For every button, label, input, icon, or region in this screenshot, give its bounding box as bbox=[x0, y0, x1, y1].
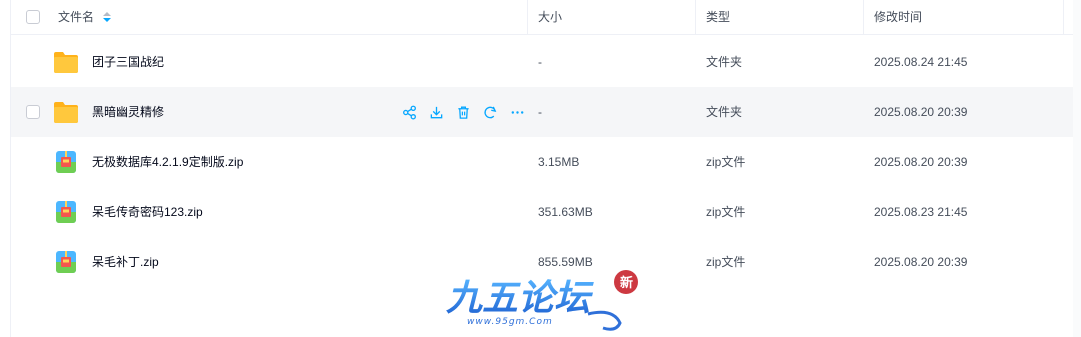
file-type: zip文件 bbox=[706, 155, 746, 169]
row-checkbox[interactable] bbox=[26, 105, 40, 119]
file-mtime: 2025.08.20 20:39 bbox=[874, 155, 968, 169]
column-header-mtime[interactable]: 修改时间 bbox=[874, 0, 922, 34]
file-size: - bbox=[538, 105, 542, 119]
zip-file-icon bbox=[56, 251, 76, 273]
zip-file-icon bbox=[56, 201, 76, 223]
file-name[interactable]: 团子三国战纪 bbox=[92, 37, 164, 87]
zip-file-icon bbox=[56, 151, 76, 173]
delete-icon[interactable] bbox=[456, 105, 471, 120]
column-header-size[interactable]: 大小 bbox=[538, 0, 562, 34]
file-mtime: 2025.08.20 20:39 bbox=[874, 105, 968, 119]
file-size: 3.15MB bbox=[538, 155, 580, 169]
column-header-name[interactable]: 文件名 bbox=[58, 0, 112, 35]
file-name[interactable]: 无极数据库4.2.1.9定制版.zip bbox=[92, 137, 243, 187]
file-row[interactable]: 无极数据库4.2.1.9定制版.zip 3.15MB zip文件 2025.08… bbox=[11, 137, 1073, 187]
download-icon[interactable] bbox=[429, 105, 444, 120]
file-name[interactable]: 呆毛传奇密码123.zip bbox=[92, 187, 203, 237]
file-row[interactable]: 团子三国战纪 - 文件夹 2025.08.24 21:45 bbox=[11, 37, 1073, 87]
more-icon[interactable] bbox=[510, 105, 525, 120]
column-header-name-label: 文件名 bbox=[58, 10, 95, 24]
scrollbar-track[interactable] bbox=[1073, 0, 1081, 337]
column-divider[interactable] bbox=[527, 0, 528, 34]
folder-icon bbox=[54, 102, 78, 123]
file-type: 文件夹 bbox=[706, 105, 743, 119]
folder-icon bbox=[54, 52, 78, 73]
file-size: 351.63MB bbox=[538, 205, 593, 219]
file-row[interactable]: 呆毛传奇密码123.zip 351.63MB zip文件 2025.08.23 … bbox=[11, 187, 1073, 237]
column-divider[interactable] bbox=[1063, 0, 1064, 34]
column-header-type[interactable]: 类型 bbox=[706, 0, 730, 34]
sync-icon[interactable] bbox=[483, 105, 498, 120]
file-mtime: 2025.08.20 20:39 bbox=[874, 255, 968, 269]
share-icon[interactable] bbox=[402, 105, 417, 120]
file-mtime: 2025.08.24 21:45 bbox=[874, 55, 968, 69]
file-name[interactable]: 呆毛补丁.zip bbox=[92, 237, 159, 287]
watermark-url: www.95gm.Com bbox=[467, 317, 553, 327]
sort-icon[interactable] bbox=[103, 1, 112, 35]
file-type: zip文件 bbox=[706, 255, 746, 269]
file-row[interactable]: 黑暗幽灵精修 - 文件夹 2025.08.20 20:39 bbox=[11, 87, 1073, 137]
file-list-view: 文件名 大小 类型 修改时间 团子三国战纪 - 文件夹 2025.08.24 2… bbox=[0, 0, 1081, 337]
select-all-checkbox[interactable] bbox=[26, 10, 40, 24]
watermark-logo-text: 九五论坛 bbox=[446, 278, 594, 319]
watermark-badge-text: 新 bbox=[620, 275, 633, 291]
row-actions bbox=[402, 103, 525, 121]
file-size: - bbox=[538, 55, 542, 69]
file-type: 文件夹 bbox=[706, 55, 743, 69]
column-divider[interactable] bbox=[695, 0, 696, 34]
file-type: zip文件 bbox=[706, 205, 746, 219]
column-divider[interactable] bbox=[863, 0, 864, 34]
file-list-header: 文件名 大小 类型 修改时间 bbox=[11, 0, 1073, 35]
file-name[interactable]: 黑暗幽灵精修 bbox=[92, 87, 164, 137]
file-mtime: 2025.08.23 21:45 bbox=[874, 205, 968, 219]
